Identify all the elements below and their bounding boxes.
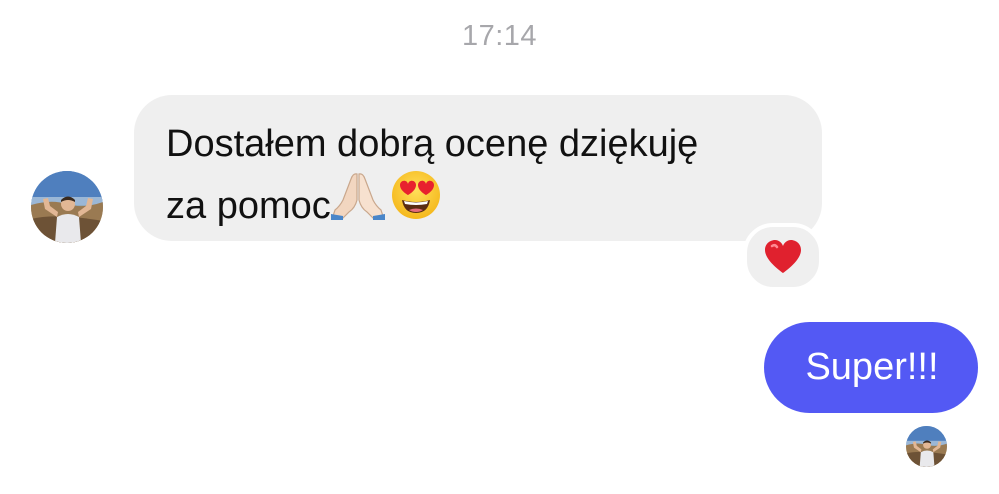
outgoing-message-bubble[interactable]: Super!!! (764, 322, 978, 413)
avatar-photo-icon (906, 426, 947, 467)
message-timestamp: 17:14 (461, 20, 538, 52)
incoming-message-bubble[interactable]: Dostałem dobrą ocenę dziękuję za pomoc (134, 95, 822, 241)
avatar-photo-icon (31, 171, 103, 243)
outgoing-message-text: Super!!! (805, 346, 939, 388)
message-reaction[interactable] (743, 223, 823, 291)
incoming-message-line-2-container: za pomoc (166, 171, 788, 242)
incoming-message-line-1: Dostałem dobrą ocenę dziękuję (166, 123, 699, 165)
read-receipt-avatar (906, 426, 947, 467)
incoming-message-line-2: za pomoc (166, 185, 331, 228)
heart-eyes-face-icon (391, 170, 441, 238)
heart-icon (765, 240, 801, 273)
contact-avatar[interactable] (31, 171, 103, 243)
folded-hands-icon (330, 170, 385, 238)
